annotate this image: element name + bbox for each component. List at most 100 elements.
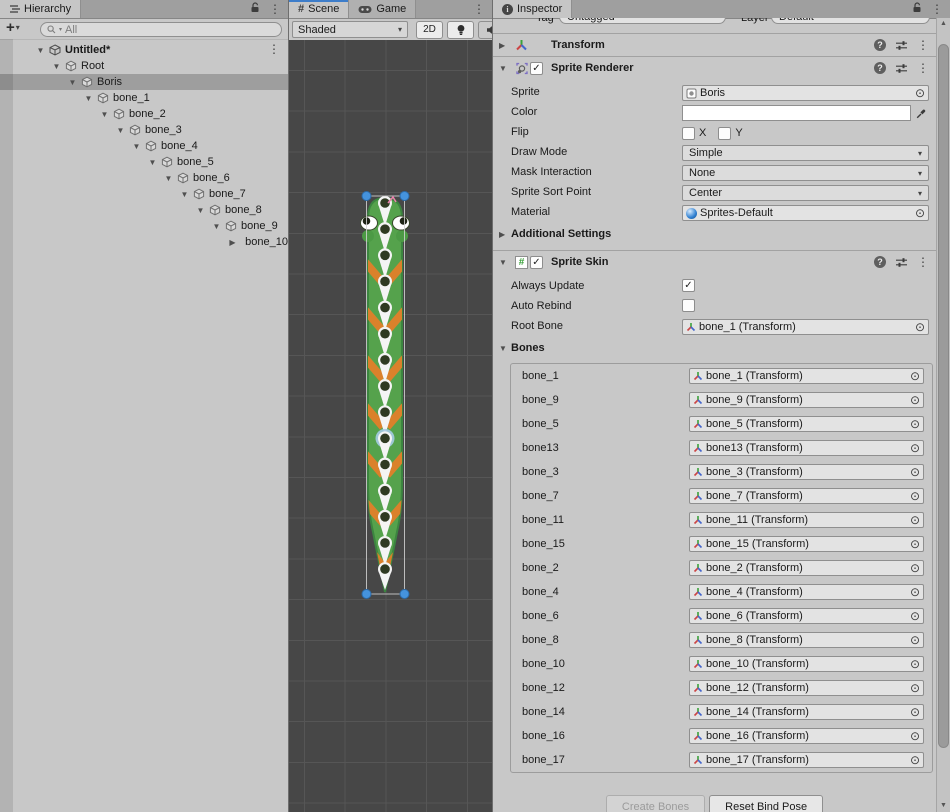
object-picker-icon[interactable]: ⊙ — [910, 682, 920, 694]
scene-menu-icon[interactable]: ⋮ — [268, 43, 280, 55]
object-picker-icon[interactable]: ⊙ — [910, 562, 920, 574]
bone-object-field[interactable]: bone_4 (Transform) ⊙ — [689, 584, 924, 600]
scene-lighting-button[interactable] — [447, 21, 474, 39]
foldout-arrow[interactable]: ▼ — [179, 190, 190, 199]
add-gameobject-button[interactable]: + ▾ — [6, 20, 20, 35]
object-picker-icon[interactable]: ⊙ — [915, 321, 925, 333]
object-picker-icon[interactable]: ⊙ — [915, 207, 925, 219]
hierarchy-search-input[interactable]: ▾ All — [40, 22, 282, 37]
object-picker-icon[interactable]: ⊙ — [910, 418, 920, 430]
hierarchy-tree-item[interactable]: ▼ Root — [0, 58, 288, 74]
object-picker-icon[interactable]: ⊙ — [910, 490, 920, 502]
bone-object-field[interactable]: bone13 (Transform) ⊙ — [689, 440, 924, 456]
foldout-arrow[interactable]: ▼ — [493, 64, 513, 73]
help-icon[interactable]: ? — [874, 62, 886, 74]
bone-object-field[interactable]: bone_6 (Transform) ⊙ — [689, 608, 924, 624]
bone-object-field[interactable]: bone_10 (Transform) ⊙ — [689, 656, 924, 672]
bone-object-field[interactable]: bone_12 (Transform) ⊙ — [689, 680, 924, 696]
scene-viewport[interactable] — [289, 40, 492, 812]
hierarchy-tree-item[interactable]: ▼ bone_9 — [0, 218, 288, 234]
sprite-sort-point-dropdown[interactable]: Center ▾ — [682, 185, 929, 201]
sprite-renderer-component-header[interactable]: ▼ ✓ Sprite Renderer ? ⋮ — [493, 56, 936, 79]
foldout-arrow[interactable]: ▼ — [493, 258, 513, 267]
scrollbar-thumb[interactable] — [938, 44, 949, 748]
scrollbar-down-icon[interactable]: ▼ — [937, 800, 950, 812]
component-menu-icon[interactable]: ⋮ — [917, 39, 929, 51]
component-enabled-checkbox[interactable]: ✓ — [530, 256, 543, 269]
flip-y-checkbox[interactable] — [718, 127, 731, 140]
hierarchy-tree-item[interactable]: ▼ bone_3 — [0, 122, 288, 138]
bone-object-field[interactable]: bone_11 (Transform) ⊙ — [689, 512, 924, 528]
foldout-arrow[interactable]: ▼ — [115, 126, 126, 135]
object-picker-icon[interactable]: ⊙ — [910, 394, 920, 406]
layer-dropdown[interactable]: Default — [771, 18, 930, 24]
foldout-arrow[interactable]: ▼ — [163, 174, 174, 183]
object-picker-icon[interactable]: ⊙ — [910, 634, 920, 646]
bone-object-field[interactable]: bone_2 (Transform) ⊙ — [689, 560, 924, 576]
object-picker-icon[interactable]: ⊙ — [910, 658, 920, 670]
sprite-object-field[interactable]: Boris ⊙ — [682, 85, 929, 101]
scene-menu-icon[interactable]: ⋮ — [473, 3, 485, 15]
bone-object-field[interactable]: bone_5 (Transform) ⊙ — [689, 416, 924, 432]
bone-object-field[interactable]: bone_1 (Transform) ⊙ — [689, 368, 924, 384]
hierarchy-tree-item[interactable]: ▼ bone_1 — [0, 90, 288, 106]
auto-rebind-checkbox[interactable] — [682, 299, 695, 312]
bone-object-field[interactable]: bone_8 (Transform) ⊙ — [689, 632, 924, 648]
hierarchy-tree-item[interactable]: ▼ Boris — [0, 74, 288, 90]
presets-icon[interactable] — [895, 257, 908, 268]
foldout-arrow[interactable]: ▼ — [51, 62, 62, 71]
bone-object-field[interactable]: bone_9 (Transform) ⊙ — [689, 392, 924, 408]
presets-icon[interactable] — [895, 40, 908, 51]
sprite-skin-component-header[interactable]: ▼ # ✓ Sprite Skin ? ⋮ — [493, 250, 936, 273]
hierarchy-tree-item[interactable]: ▼ bone_7 — [0, 186, 288, 202]
help-icon[interactable]: ? — [874, 256, 886, 268]
foldout-arrow[interactable]: ▼ — [147, 158, 158, 167]
foldout-arrow[interactable]: ▼ — [67, 78, 78, 87]
presets-icon[interactable] — [895, 63, 908, 74]
hierarchy-tree-item[interactable]: ▼ bone_4 — [0, 138, 288, 154]
bone-object-field[interactable]: bone_7 (Transform) ⊙ — [689, 488, 924, 504]
object-picker-icon[interactable]: ⊙ — [910, 466, 920, 478]
hierarchy-tree-item[interactable]: ▶ bone_10 — [0, 234, 288, 250]
bone-object-field[interactable]: bone_14 (Transform) ⊙ — [689, 704, 924, 720]
root-bone-object-field[interactable]: bone_1 (Transform) ⊙ — [682, 319, 929, 335]
object-picker-icon[interactable]: ⊙ — [910, 538, 920, 550]
tab-inspector[interactable]: i Inspector — [493, 0, 572, 18]
shading-mode-dropdown[interactable]: Shaded ▾ — [292, 21, 408, 38]
foldout-arrow[interactable]: ▶ — [227, 238, 238, 247]
bones-foldout[interactable]: ▼ Bones — [493, 337, 936, 359]
hierarchy-tree-item[interactable]: ▼ bone_8 — [0, 202, 288, 218]
mask-interaction-dropdown[interactable]: None ▾ — [682, 165, 929, 181]
object-picker-icon[interactable]: ⊙ — [910, 730, 920, 742]
foldout-arrow[interactable]: ▼ — [83, 94, 94, 103]
component-enabled-checkbox[interactable]: ✓ — [530, 62, 543, 75]
foldout-arrow[interactable]: ▼ — [195, 206, 206, 215]
reset-bind-pose-button[interactable]: Reset Bind Pose — [709, 795, 823, 812]
lock-icon[interactable] — [912, 2, 922, 16]
bone-object-field[interactable]: bone_17 (Transform) ⊙ — [689, 752, 924, 768]
scene-header-row[interactable]: ▼ Untitled* ⋮ — [0, 42, 288, 58]
transform-component-header[interactable]: ▶ Transform ? ⋮ — [493, 33, 936, 56]
foldout-arrow[interactable]: ▼ — [99, 110, 110, 119]
create-bones-button[interactable]: Create Bones — [606, 795, 705, 812]
foldout-arrow[interactable]: ▼ — [131, 142, 142, 151]
bone-object-field[interactable]: bone_16 (Transform) ⊙ — [689, 728, 924, 744]
object-picker-icon[interactable]: ⊙ — [910, 706, 920, 718]
scrollbar-up-icon[interactable]: ▲ — [937, 18, 950, 30]
scene-audio-button[interactable] — [478, 21, 492, 39]
foldout-arrow[interactable]: ▼ — [35, 46, 46, 55]
object-picker-icon[interactable]: ⊙ — [910, 514, 920, 526]
tab-game[interactable]: Game — [349, 0, 416, 18]
eyedropper-icon[interactable] — [913, 105, 929, 121]
foldout-arrow[interactable]: ▼ — [211, 222, 222, 231]
hierarchy-tree-item[interactable]: ▼ bone_5 — [0, 154, 288, 170]
tag-dropdown[interactable]: Untagged — [559, 18, 726, 24]
color-swatch[interactable] — [682, 105, 911, 121]
object-picker-icon[interactable]: ⊙ — [910, 754, 920, 766]
component-menu-icon[interactable]: ⋮ — [917, 62, 929, 74]
foldout-arrow[interactable]: ▶ — [493, 41, 513, 50]
lock-icon[interactable] — [250, 2, 260, 16]
object-picker-icon[interactable]: ⊙ — [910, 586, 920, 598]
tab-hierarchy[interactable]: Hierarchy — [0, 0, 81, 18]
material-object-field[interactable]: Sprites-Default ⊙ — [682, 205, 929, 221]
